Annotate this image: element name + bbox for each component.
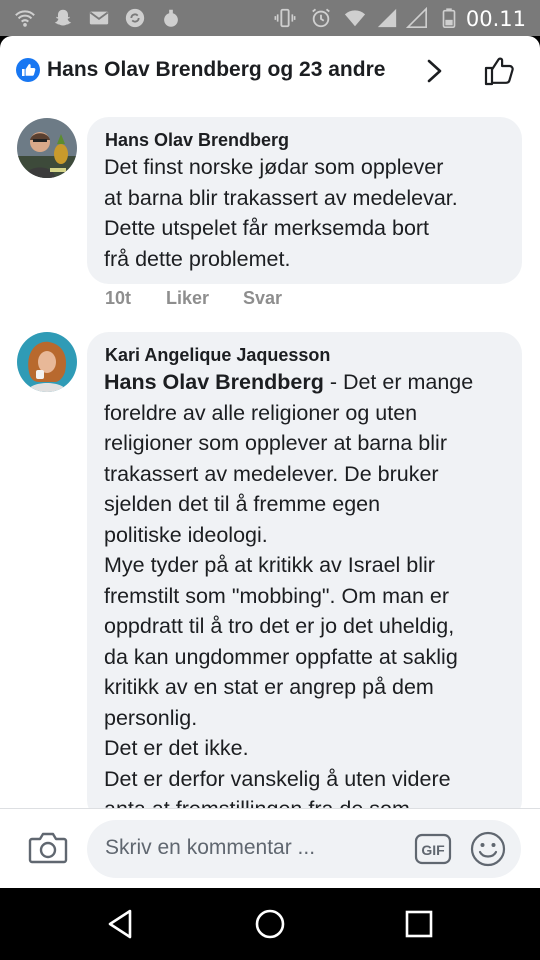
comment-line: foreldre av alle religioner og uten (104, 400, 418, 425)
status-bar: 00.11 (0, 0, 540, 36)
comment-time: 10t (105, 288, 132, 308)
reactions-summary[interactable]: Hans Olav Brendberg og 23 andre (47, 58, 385, 82)
home-icon[interactable] (252, 906, 288, 942)
back-icon[interactable] (103, 906, 139, 942)
comment-line: frå dette problemet. (104, 246, 291, 271)
comment-line: Det finst norske jødar som opplever (104, 155, 444, 179)
reactions-header[interactable]: Hans Olav Brendberg og 23 andre (0, 36, 540, 106)
comment-line: da kan ungdommer oppfatte at saklig (104, 644, 458, 669)
signal-icon (377, 8, 397, 28)
grenade-icon (164, 9, 178, 27)
mention-link[interactable]: Hans Olav Brendberg (104, 370, 324, 394)
status-time: 00.11 (465, 7, 526, 31)
signal-empty-icon (406, 7, 427, 28)
comment-placeholder: Skriv en kommentar ... (105, 836, 316, 859)
wifi-hotspot-icon (15, 10, 35, 27)
like-comment-button[interactable]: Liker (166, 288, 209, 309)
like-icon[interactable] (483, 54, 517, 88)
reply-button[interactable]: Svar (243, 288, 282, 309)
comments-sheet: Hans Olav Brendberg og 23 andre Hans Ola… (0, 36, 540, 888)
comment-bubble[interactable]: Hans Olav Brendberg Det finst norske jød… (87, 117, 522, 284)
comment-text: Hans Olav Brendberg - Det er mange forel… (104, 367, 473, 822)
comment-composer: Skriv en kommentar ... GIF (0, 808, 540, 888)
comment-line: religioner som opplever at barna blir (104, 431, 447, 455)
comment-line: kritikk av en stat er angrep på dem (104, 675, 434, 699)
comment-author[interactable]: Kari Angelique Jaquesson (105, 345, 330, 366)
comment-line: oppdratt til å tro det er jo det uheldig… (104, 614, 455, 638)
snapchat-icon (54, 9, 72, 26)
chevron-right-icon[interactable] (424, 58, 446, 84)
like-reaction-icon (16, 58, 40, 82)
alarm-icon (312, 8, 330, 28)
comment-line: trakassert av medelever. De bruker (104, 461, 439, 486)
comment-line: Det er derfor vanskelig å uten videre (104, 766, 451, 791)
sync-icon (125, 8, 145, 28)
comment-line: politiske ideologi. (104, 522, 268, 547)
comment-line: sjelden det til å fremme egen (104, 492, 381, 516)
recents-icon[interactable] (401, 906, 437, 942)
battery-icon (442, 8, 456, 28)
comment-author[interactable]: Hans Olav Brendberg (105, 130, 289, 151)
comment-line: Dette utspelet får merksemda bort (104, 216, 430, 240)
comment-line: personlig. (104, 705, 198, 730)
system-nav-bar (0, 888, 540, 960)
comment-line: at barna blir trakassert av medelevar. (104, 185, 458, 210)
mail-icon (89, 11, 109, 25)
comment-line: Mye tyder på at kritikk av Israel blir (104, 553, 435, 577)
vibrate-icon (274, 8, 296, 28)
comment-text: Det finst norske jødar som opplever at b… (104, 152, 458, 274)
comment-input[interactable]: Skriv en kommentar ... GIF (87, 820, 521, 878)
emoji-icon[interactable] (469, 830, 507, 868)
gif-label: GIF (421, 842, 445, 858)
comment-line: fremstilt som "mobbing". Om man er (104, 583, 450, 608)
comment-bubble[interactable]: Kari Angelique Jaquesson Hans Olav Brend… (87, 332, 522, 822)
comment-line: Det er det ikke. (104, 736, 249, 760)
avatar-photo-kari (17, 332, 77, 392)
avatar[interactable] (17, 118, 77, 178)
camera-icon[interactable] (28, 830, 68, 866)
avatar-photo-hans (17, 118, 77, 178)
gif-icon[interactable]: GIF (414, 832, 452, 866)
avatar[interactable] (17, 332, 77, 392)
comment-line: - Det er mange (323, 370, 474, 394)
wifi-icon (344, 10, 366, 27)
